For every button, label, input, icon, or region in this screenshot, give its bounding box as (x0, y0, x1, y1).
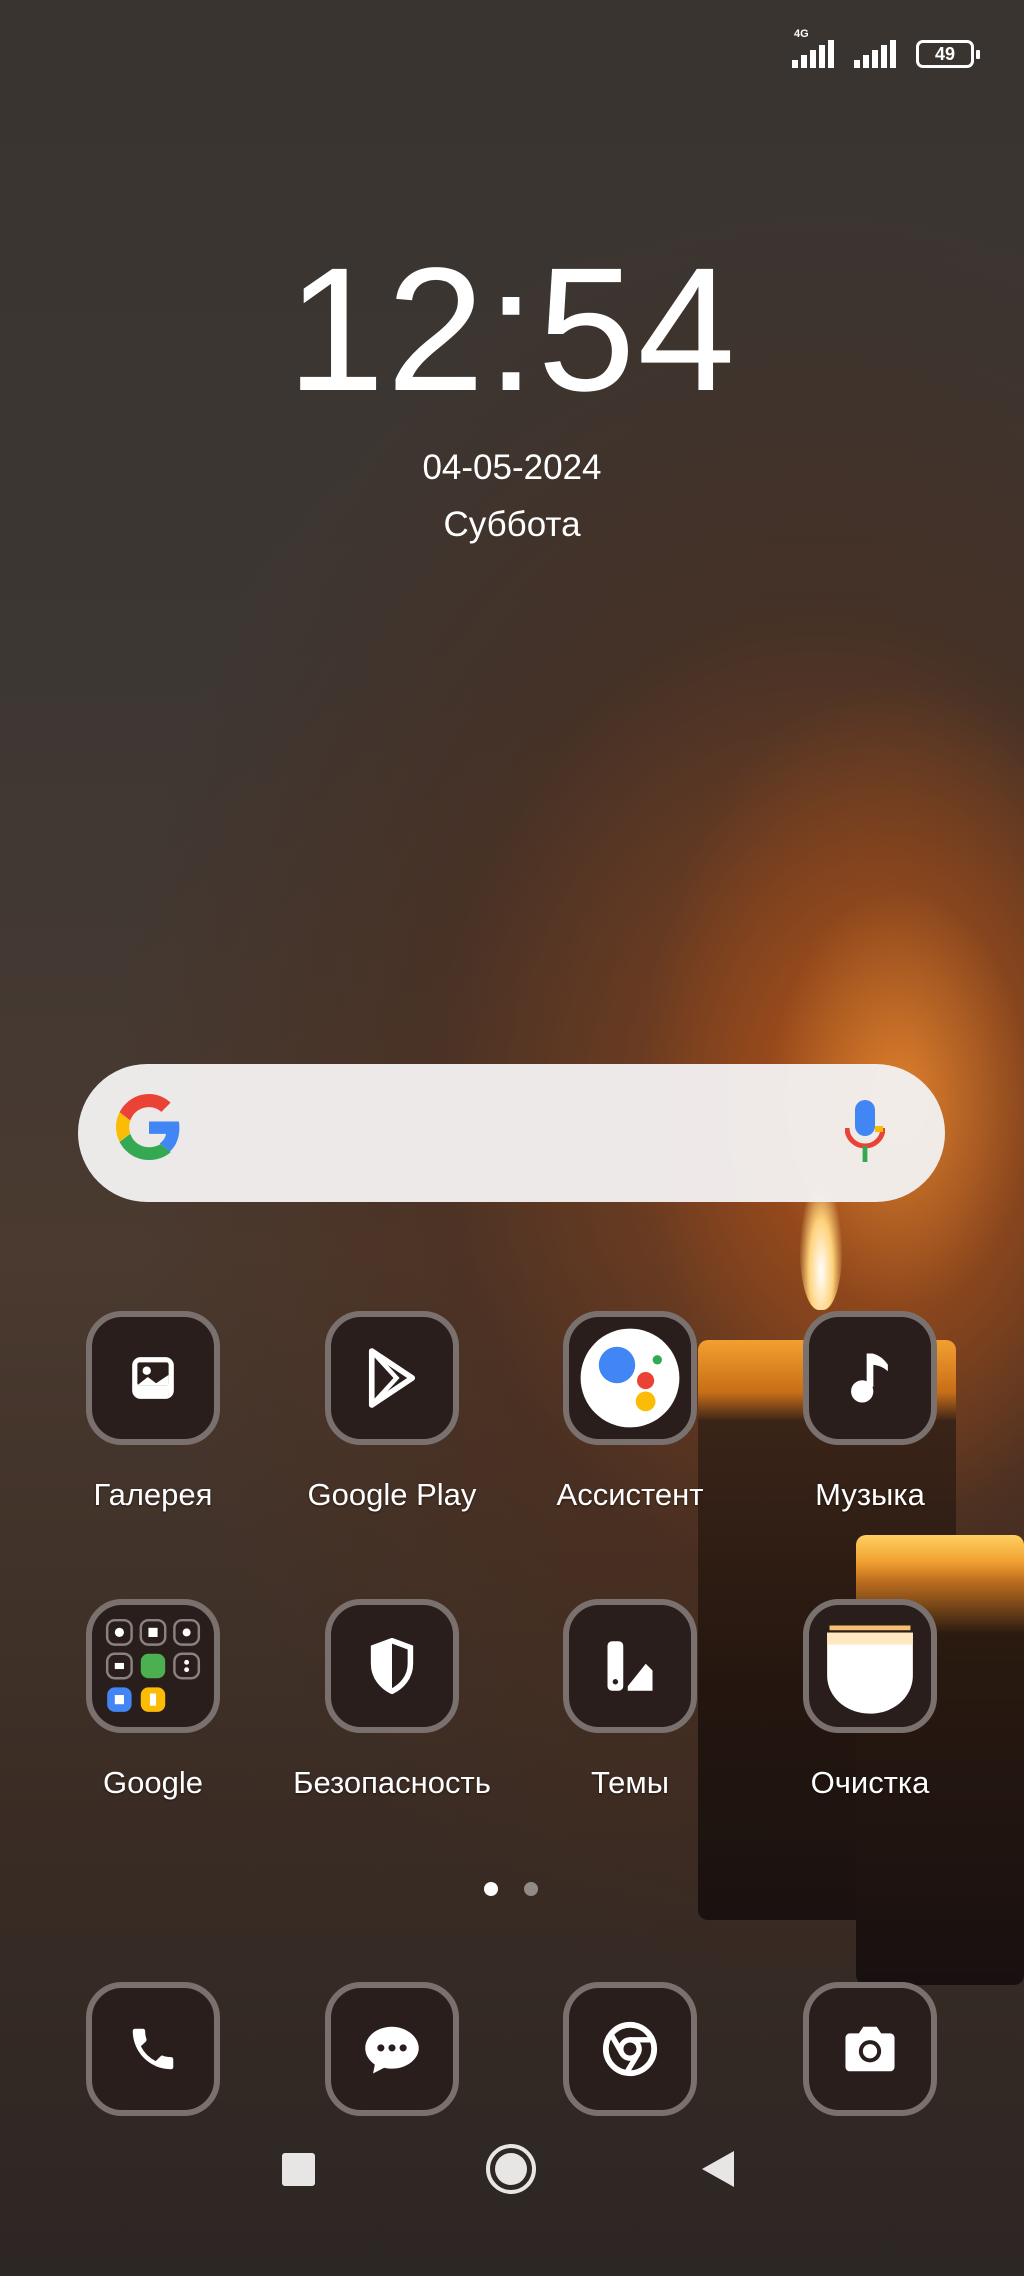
dock-messages[interactable] (292, 1982, 492, 2116)
microphone-icon[interactable] (844, 1099, 886, 1167)
app-label: Очистка (810, 1765, 930, 1800)
battery-icon: 49 (916, 40, 980, 68)
app-music[interactable]: Музыка (770, 1311, 970, 1515)
gallery-icon (86, 1311, 220, 1445)
back-icon[interactable] (702, 2151, 734, 2187)
google-search-bar[interactable] (78, 1064, 945, 1202)
shield-icon (325, 1599, 459, 1733)
app-assistant[interactable]: Ассистент (530, 1311, 730, 1515)
clock-weekday: Суббота (443, 505, 581, 544)
app-folder-google[interactable]: Google (53, 1599, 253, 1803)
app-label: Музыка (815, 1477, 925, 1512)
cleaner-icon (803, 1599, 937, 1733)
app-label: Темы (590, 1765, 670, 1800)
recents-icon[interactable] (282, 2153, 315, 2186)
app-label: Google Play (307, 1477, 477, 1512)
themes-icon (563, 1599, 697, 1733)
battery-level: 49 (934, 43, 956, 64)
signal-icon (854, 40, 896, 68)
status-bar: 4G 49 (792, 28, 980, 68)
camera-icon (803, 1982, 937, 2116)
music-note-icon (803, 1311, 937, 1445)
assistant-icon (563, 1311, 697, 1445)
app-label: Галерея (93, 1477, 213, 1512)
play-store-icon (325, 1311, 459, 1445)
app-themes[interactable]: Темы (530, 1599, 730, 1803)
app-label: Ассистент (556, 1477, 704, 1512)
app-google-play[interactable]: Google Play (292, 1311, 492, 1515)
page-dot[interactable] (524, 1882, 538, 1896)
page-indicator[interactable] (484, 1882, 538, 1896)
app-gallery[interactable]: Галерея (53, 1311, 253, 1515)
clock-time[interactable]: 12:54 (0, 240, 1024, 420)
network-type: 4G (794, 28, 809, 40)
page-dot-active[interactable] (484, 1882, 498, 1896)
clock-date: 04-05-2024 (422, 448, 602, 487)
app-cleaner[interactable]: Очистка (770, 1599, 970, 1803)
google-logo-icon (116, 1093, 182, 1173)
navigation-bar (0, 2140, 1024, 2200)
dock-camera[interactable] (770, 1982, 970, 2116)
folder-icon (86, 1599, 220, 1733)
phone-icon (86, 1982, 220, 2116)
app-label: Безопасность (293, 1765, 491, 1800)
chrome-icon (563, 1982, 697, 2116)
messages-icon (325, 1982, 459, 2116)
app-label: Google (103, 1765, 203, 1800)
dock-phone[interactable] (53, 1982, 253, 2116)
home-icon[interactable] (486, 2144, 536, 2194)
app-security[interactable]: Безопасность (292, 1599, 492, 1803)
dock-chrome[interactable] (530, 1982, 730, 2116)
signal-icon: 4G (792, 28, 834, 68)
